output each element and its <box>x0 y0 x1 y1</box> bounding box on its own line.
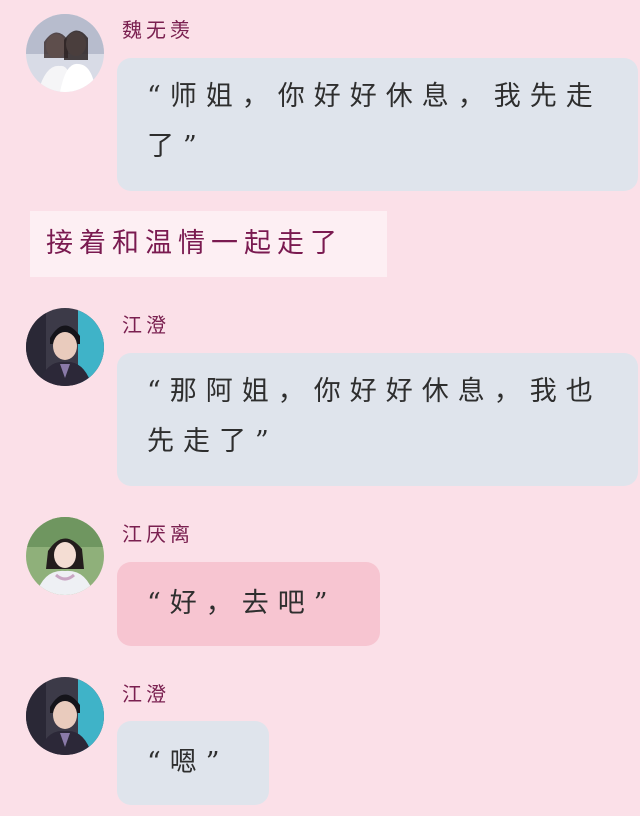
avatar-weiwuxian[interactable] <box>26 14 104 92</box>
man-portrait-avatar-icon <box>26 308 104 386</box>
message-text: “师姐，你好好休息，我先走了” <box>147 81 602 162</box>
message-text: “嗯” <box>147 747 229 778</box>
sender-name: 江澄 <box>122 682 170 706</box>
couple-portrait-avatar-icon <box>26 14 104 92</box>
sender-name: 江厌离 <box>122 522 194 546</box>
narration-text: 接着和温情一起走了 <box>30 211 387 277</box>
message-bubble[interactable]: “嗯” <box>117 721 269 805</box>
avatar-jiangyanli[interactable] <box>26 517 104 595</box>
message-bubble[interactable]: “好，去吧” <box>117 562 380 646</box>
message-bubble[interactable]: “师姐，你好好休息，我先走了” <box>117 58 638 191</box>
man-portrait-avatar-icon <box>26 677 104 755</box>
message-text: “那阿姐，你好好休息，我也先走了” <box>147 376 602 457</box>
avatar-jiangcheng[interactable] <box>26 677 104 755</box>
message-bubble[interactable]: “那阿姐，你好好休息，我也先走了” <box>117 353 638 486</box>
sender-name: 魏无羡 <box>122 18 194 42</box>
avatar-jiangcheng[interactable] <box>26 308 104 386</box>
message-text: “好，去吧” <box>147 588 337 619</box>
woman-portrait-avatar-icon <box>26 517 104 595</box>
sender-name: 江澄 <box>122 313 170 337</box>
